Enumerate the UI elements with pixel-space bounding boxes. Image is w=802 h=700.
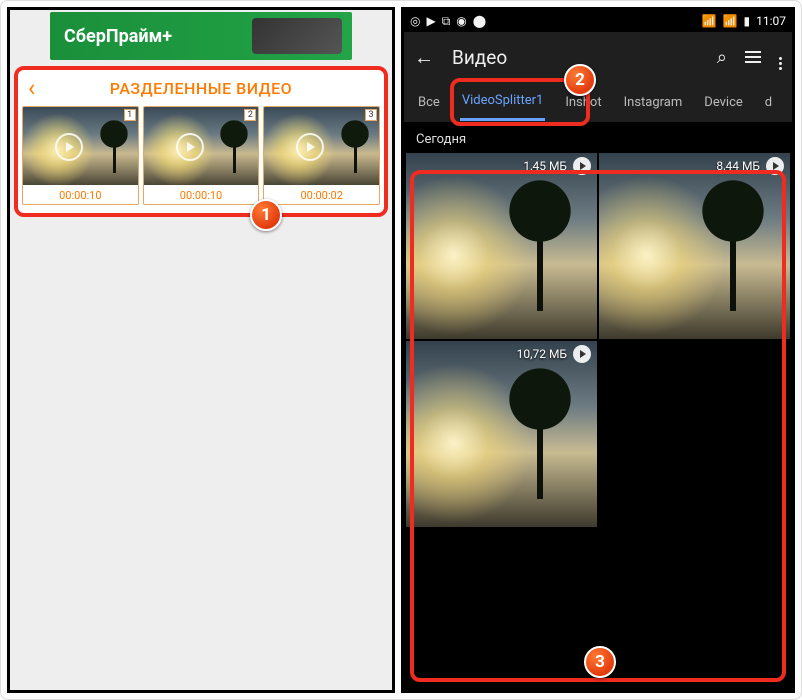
thumb-index: 2 (244, 109, 256, 121)
thumb-duration: 00:00:02 (264, 185, 379, 204)
status-icon: ▶ (426, 14, 435, 28)
android-status-bar: ◎ ▶ ⧉ ◉ ⬤ 📶 📶 ▮ 11:07 (404, 10, 792, 32)
video-size: 10,72 МБ (517, 347, 567, 361)
play-icon (573, 157, 591, 175)
status-icon: ⬤ (473, 14, 486, 28)
search-icon[interactable]: ⌕ (717, 47, 727, 68)
status-icon: ⧉ (442, 14, 451, 29)
status-icon: ◎ (410, 14, 420, 28)
left-phone-screenshot: СберПрайм+ ‹ РАЗДЕЛЕННЫЕ ВИДЕО 1 00:00:1… (7, 7, 395, 693)
callout-badge-1: 1 (250, 199, 282, 231)
play-icon (573, 345, 591, 363)
split-videos-title: РАЗДЕЛЕННЫЕ ВИДЕО (110, 79, 292, 98)
ad-banner[interactable]: СберПрайм+ (50, 12, 352, 60)
split-thumbnail[interactable]: 1 00:00:10 (22, 106, 139, 205)
video-thumbnail[interactable]: 8,44 МБ (599, 153, 790, 339)
play-icon (296, 133, 324, 161)
thumb-duration: 00:00:10 (144, 185, 259, 204)
status-icon: ◉ (456, 14, 466, 28)
tab-more[interactable]: d (763, 85, 774, 120)
callout-badge-2: 2 (564, 64, 596, 96)
overflow-menu-icon[interactable] (779, 44, 782, 70)
tab-videosplitter1[interactable]: VideoSplitter1 (460, 83, 546, 121)
video-size: 1,45 МБ (523, 159, 567, 173)
thumb-index: 1 (124, 109, 136, 121)
play-icon (176, 133, 204, 161)
split-videos-section: ‹ РАЗДЕЛЕННЫЕ ВИДЕО 1 00:00:10 2 00:00:1… (14, 66, 388, 217)
date-section-label: Сегодня (404, 122, 792, 153)
back-arrow-icon[interactable]: ← (414, 45, 434, 70)
thumb-index: 3 (365, 109, 377, 121)
gallery-app-bar: ← Видео ⌕ (404, 32, 792, 82)
split-thumbnail[interactable]: 2 00:00:10 (143, 106, 260, 205)
right-phone-screenshot: ◎ ▶ ⧉ ◉ ⬤ 📶 📶 ▮ 11:07 ← Видео ⌕ Все Vide… (401, 7, 795, 693)
status-time: 11:07 (756, 14, 786, 28)
thumb-duration: 00:00:10 (23, 185, 138, 204)
callout-badge-3: 3 (584, 646, 616, 678)
split-thumbnail[interactable]: 3 00:00:02 (263, 106, 380, 205)
split-thumbnails-row: 1 00:00:10 2 00:00:10 3 00:00:02 (22, 106, 380, 205)
back-chevron-icon[interactable]: ‹ (28, 76, 44, 100)
signal-icon: 📶 (723, 14, 738, 28)
video-thumbnail[interactable]: 1,45 МБ (406, 153, 597, 339)
battery-icon: ▮ (744, 14, 751, 28)
play-icon (55, 133, 83, 161)
ad-text: СберПрайм+ (64, 26, 172, 47)
tab-instagram[interactable]: Instagram (622, 85, 685, 120)
tab-all[interactable]: Все (416, 85, 442, 120)
play-icon (766, 157, 784, 175)
video-size: 8,44 МБ (716, 159, 760, 173)
video-empty-cell (599, 341, 790, 527)
video-thumbnail[interactable]: 10,72 МБ (406, 341, 597, 527)
view-toggle-icon[interactable] (745, 47, 761, 68)
tab-device[interactable]: Device (702, 85, 745, 120)
folder-tabs: Все VideoSplitter1 Inshot Instagram Devi… (404, 82, 792, 122)
wifi-icon: 📶 (702, 14, 717, 28)
video-grid: 1,45 МБ 8,44 МБ 10,72 МБ (404, 153, 792, 527)
